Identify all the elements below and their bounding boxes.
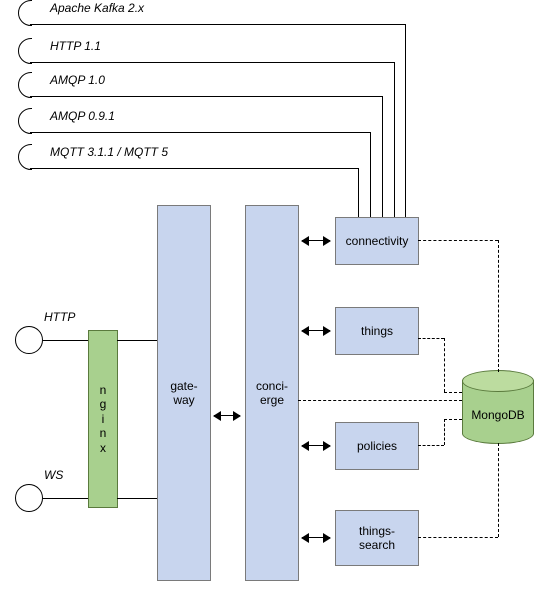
label-ws-left: WS xyxy=(44,468,63,482)
d-concierge-mongo xyxy=(298,400,462,401)
arc-amqp10 xyxy=(18,72,44,98)
gateway-box: gate- way xyxy=(157,205,211,581)
label-kafka: Apache Kafka 2.x xyxy=(50,1,144,15)
label-amqp091: AMQP 0.9.1 xyxy=(50,109,115,123)
label-mqtt: MQTT 3.1.1 / MQTT 5 xyxy=(50,145,168,159)
arrow-concierge-things xyxy=(302,330,330,331)
d-ts-h xyxy=(418,537,498,538)
conn-kafka-v xyxy=(405,24,406,217)
conn-amqp10-h xyxy=(30,96,382,97)
line-http-circle-nginx xyxy=(43,340,88,341)
mongodb-label: MongoDB xyxy=(462,408,534,422)
gateway-label: gate- way xyxy=(170,379,197,408)
label-http11: HTTP 1.1 xyxy=(50,39,101,53)
conn-amqp091-v xyxy=(370,132,371,217)
conn-amqp10-v xyxy=(382,96,383,217)
conn-http11-h xyxy=(30,62,394,63)
circle-http xyxy=(15,326,43,354)
arc-amqp091 xyxy=(18,108,44,134)
things-box: things xyxy=(335,307,419,355)
d-things-h2 xyxy=(444,392,462,393)
circle-ws xyxy=(15,484,43,512)
things-search-label: things- search xyxy=(359,524,395,553)
arrow-gw-concierge xyxy=(214,415,240,416)
connectivity-label: connectivity xyxy=(346,234,409,248)
arc-http11 xyxy=(18,38,44,64)
conn-amqp091-h xyxy=(30,132,370,133)
label-http-left: HTTP xyxy=(44,310,75,324)
d-conn-v xyxy=(498,240,499,372)
arc-mqtt xyxy=(18,144,44,170)
arc-kafka xyxy=(18,0,44,26)
conn-mqtt-h xyxy=(30,168,358,169)
arrow-concierge-things-search xyxy=(302,537,330,538)
concierge-box: conci- erge xyxy=(245,205,299,581)
nginx-label: n g i n x xyxy=(100,383,107,455)
d-policies-stepv xyxy=(444,419,445,445)
connectivity-box: connectivity xyxy=(335,217,419,265)
concierge-label: conci- erge xyxy=(256,379,288,408)
policies-box: policies xyxy=(335,422,419,470)
conn-kafka-h xyxy=(30,24,405,25)
line-ws-circle-nginx xyxy=(43,498,88,499)
line-nginx-gw-1 xyxy=(117,340,157,341)
label-amqp10: AMQP 1.0 xyxy=(50,73,105,87)
d-policies-h xyxy=(418,445,444,446)
things-label: things xyxy=(361,324,393,338)
d-things-stepv xyxy=(444,338,445,392)
d-policies-h2 xyxy=(444,419,462,420)
things-search-box: things- search xyxy=(335,510,419,566)
arrow-concierge-connectivity xyxy=(302,240,330,241)
arrow-concierge-policies xyxy=(302,445,330,446)
conn-mqtt-v xyxy=(358,168,359,217)
line-nginx-gw-2 xyxy=(117,498,157,499)
d-ts-v xyxy=(498,443,499,537)
d-things-h xyxy=(418,338,444,339)
conn-http11-v xyxy=(394,62,395,217)
mongodb-cylinder: MongoDB xyxy=(462,370,534,444)
d-conn-h xyxy=(418,240,498,241)
policies-label: policies xyxy=(357,439,397,453)
nginx-box: n g i n x xyxy=(88,330,118,508)
